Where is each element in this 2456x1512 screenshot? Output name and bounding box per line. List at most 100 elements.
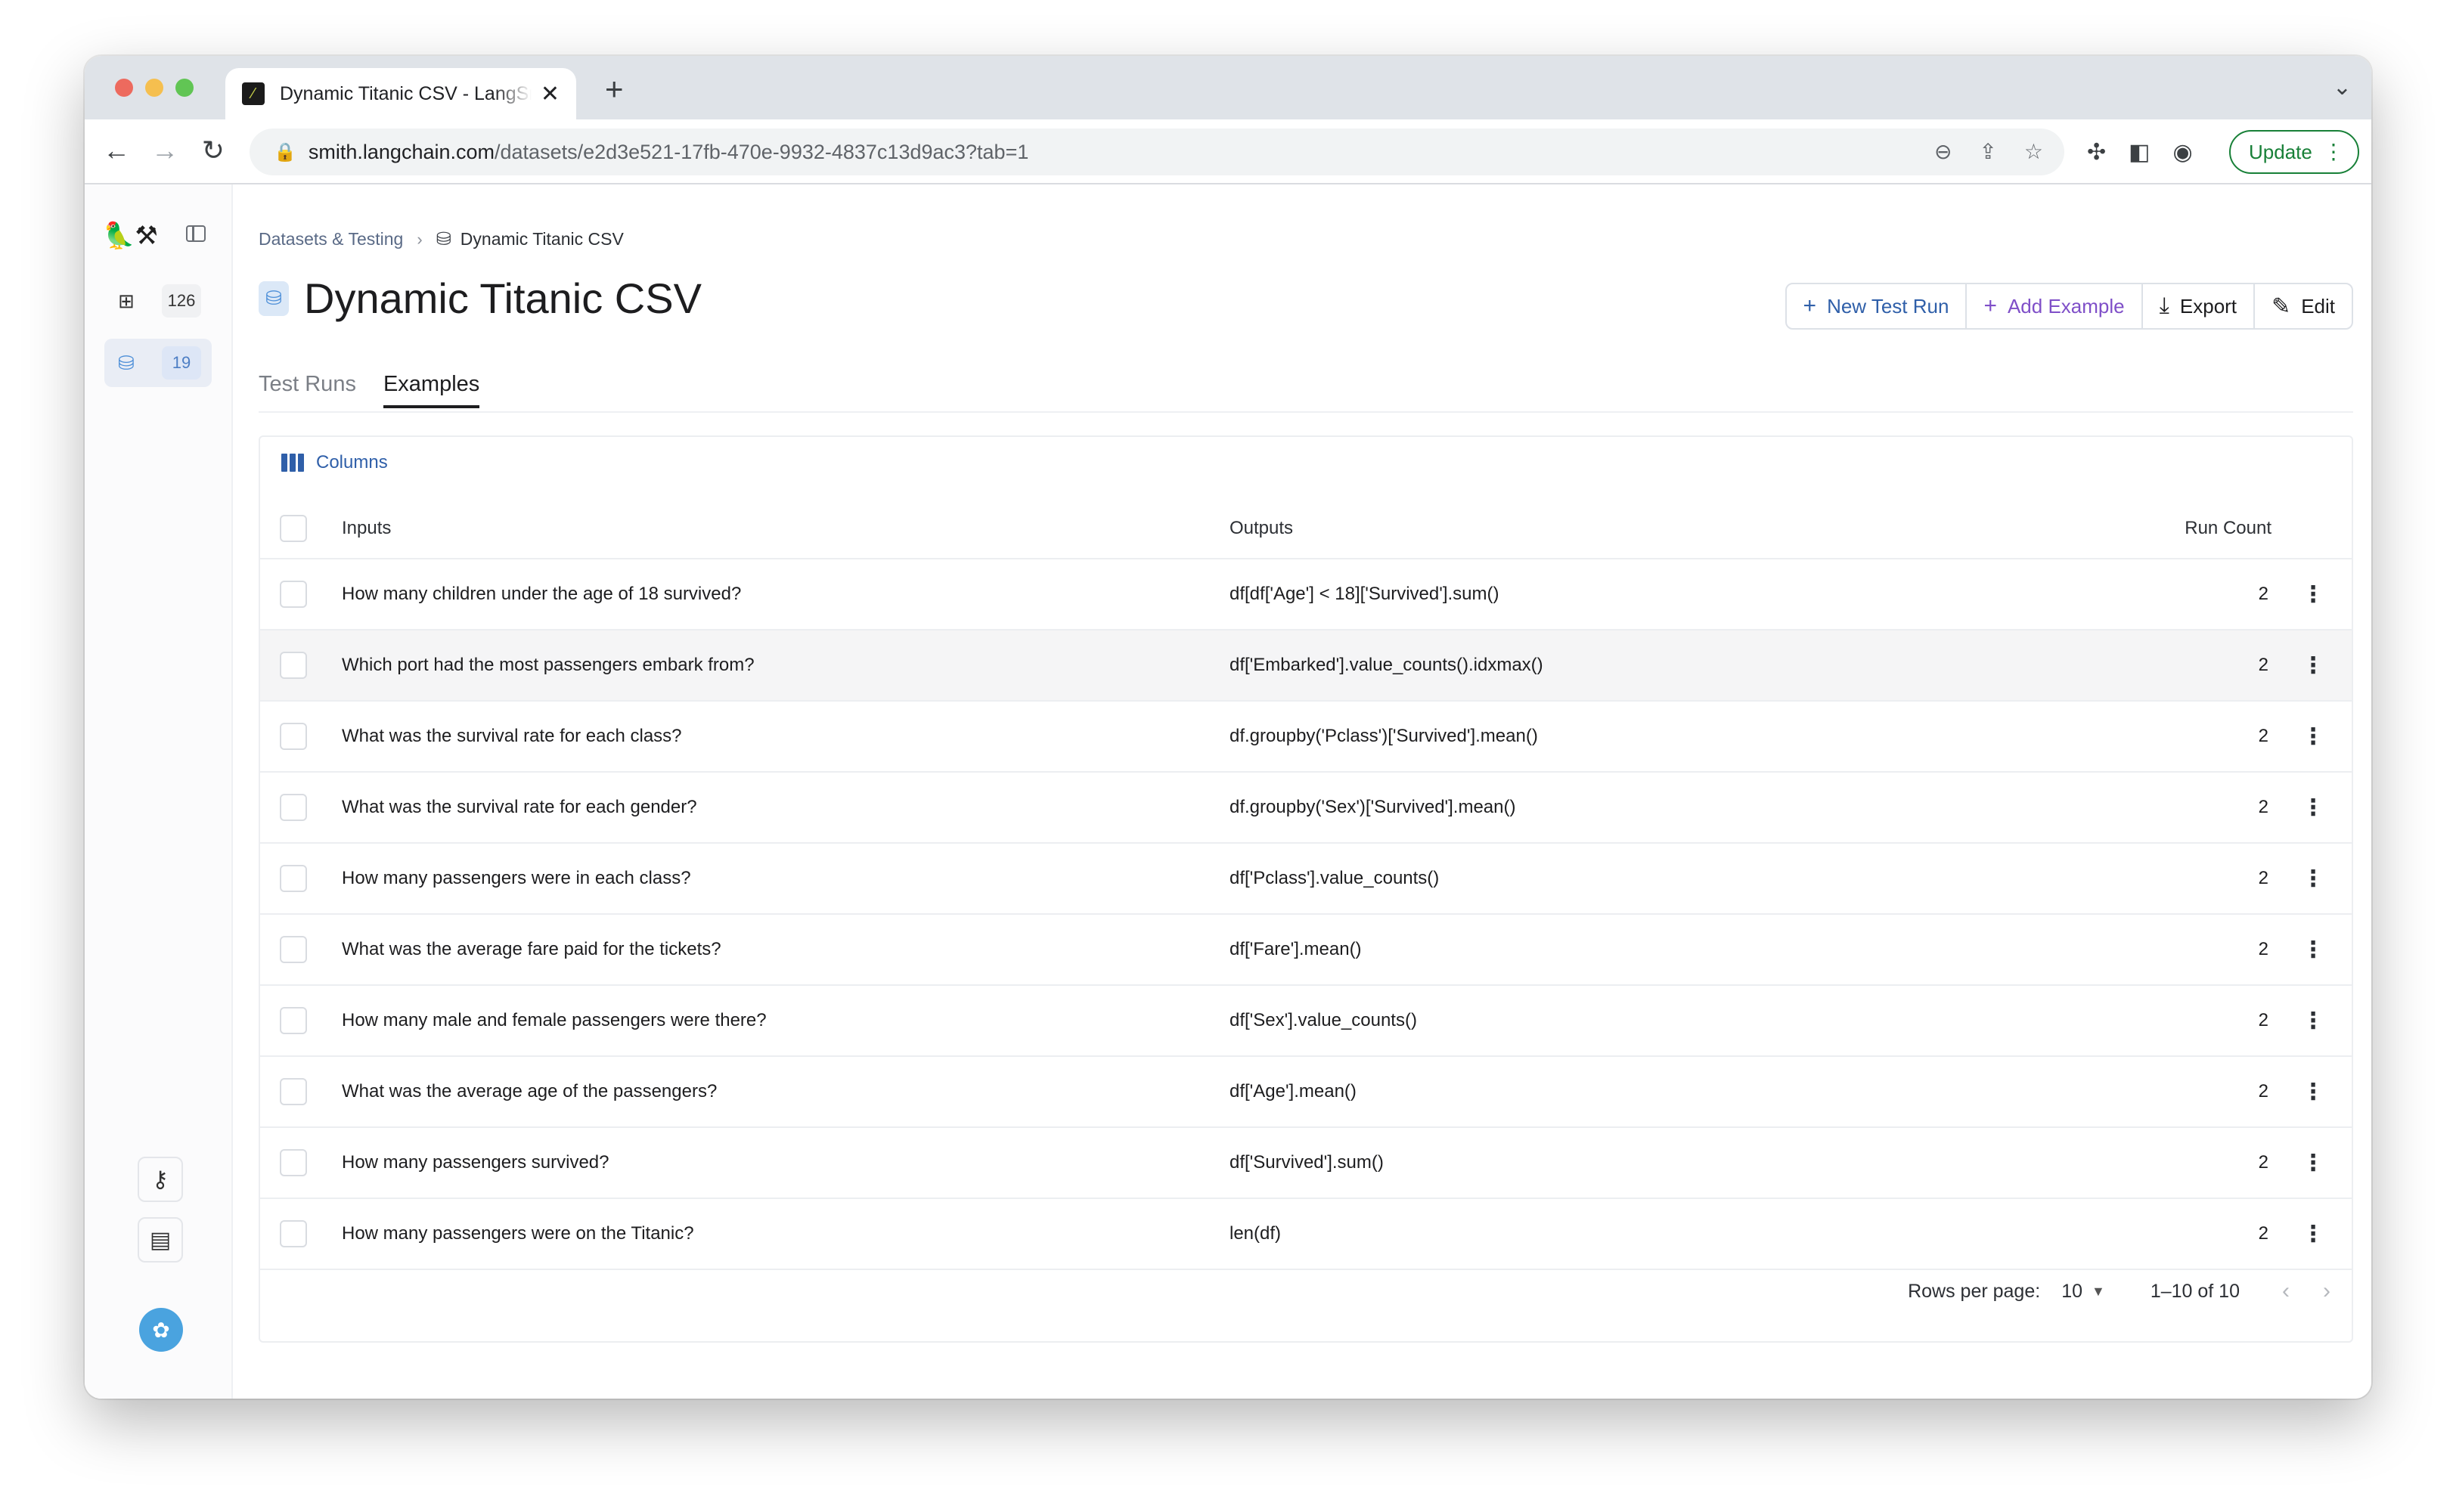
row-checkbox[interactable]	[280, 581, 307, 608]
row-more-icon[interactable]: ⋮	[2302, 1150, 2324, 1176]
row-checkbox[interactable]	[280, 865, 307, 892]
row-output: df['Sex'].value_counts()	[1230, 1010, 1417, 1030]
rows-per-page-select[interactable]: 10	[2061, 1281, 2082, 1303]
table-row[interactable]: What was the average age of the passenge…	[260, 1057, 2352, 1128]
row-run-count: 2	[2258, 1152, 2268, 1173]
row-output: df['Age'].mean()	[1230, 1081, 1357, 1101]
browser-toolbar: ← → ↻ 🔒 smith.langchain.com/datasets/e2d…	[85, 119, 2371, 184]
extensions-puzzle-icon[interactable]: ✣	[2087, 139, 2106, 166]
share-icon[interactable]: ⇪	[1979, 139, 1996, 164]
new-test-run-button[interactable]: + New Test Run	[1787, 284, 1968, 328]
row-checkbox[interactable]	[280, 1078, 307, 1105]
update-button[interactable]: Update ⋮	[2229, 130, 2359, 174]
page-title: Dynamic Titanic CSV	[304, 274, 702, 322]
row-more-icon[interactable]: ⋮	[2302, 1221, 2324, 1247]
caret-down-icon[interactable]: ▼	[2092, 1284, 2105, 1300]
browser-tab-active[interactable]: ⁄ Dynamic Titanic CSV - LangSmith ✕	[225, 68, 576, 119]
tab-title: Dynamic Titanic CSV - LangSmith	[280, 82, 532, 104]
breadcrumb-current: Dynamic Titanic CSV	[460, 229, 624, 249]
row-checkbox[interactable]	[280, 1007, 307, 1034]
row-checkbox[interactable]	[280, 936, 307, 963]
header-run-count[interactable]: Run Count	[2185, 518, 2271, 539]
close-tab-icon[interactable]: ✕	[541, 81, 560, 107]
title-row: ⛁ Dynamic Titanic CSV	[259, 274, 702, 323]
row-checkbox[interactable]	[280, 652, 307, 679]
previous-page-icon[interactable]: ‹	[2282, 1278, 2290, 1304]
plus-icon: +	[1983, 293, 1997, 318]
api-key-icon[interactable]: ⚷	[138, 1157, 183, 1202]
breadcrumb-datasets-link[interactable]: Datasets & Testing	[259, 229, 403, 249]
row-more-icon[interactable]: ⋮	[2302, 795, 2324, 821]
row-more-icon[interactable]: ⋮	[2302, 1079, 2324, 1105]
table-header: Inputs Outputs Run Count	[260, 499, 2352, 559]
docs-icon[interactable]: ▤	[138, 1217, 183, 1263]
row-run-count: 2	[2258, 1223, 2268, 1244]
table-row[interactable]: How many passengers were in each class? …	[260, 844, 2352, 915]
edit-button[interactable]: ✎ Edit	[2255, 284, 2352, 328]
forward-arrow-icon[interactable]: →	[148, 135, 181, 166]
app-content: 🦜⚒ ⊞ 126 ⛁ 19 ⚷ ▤ ✿ Datasets & Testing ›…	[85, 184, 2371, 1399]
table-row[interactable]: How many children under the age of 18 su…	[260, 559, 2352, 631]
export-button[interactable]: ⤓ Export	[2143, 284, 2256, 328]
side-panel-icon[interactable]: ◧	[2129, 139, 2150, 166]
reload-icon[interactable]: ↻	[197, 135, 230, 166]
table-row[interactable]: What was the average fare paid for the t…	[260, 915, 2352, 986]
zoom-out-icon[interactable]: ⊖	[1934, 139, 1952, 164]
table-row[interactable]: How many passengers were on the Titanic?…	[260, 1199, 2352, 1270]
row-more-icon[interactable]: ⋮	[2302, 866, 2324, 892]
header-inputs[interactable]: Inputs	[342, 518, 391, 539]
row-input: How many passengers were on the Titanic?	[342, 1223, 694, 1244]
add-example-label: Add Example	[2007, 294, 2125, 318]
tab-search-chevron-icon[interactable]: ⌄	[2333, 74, 2352, 101]
table-row[interactable]: What was the survival rate for each clas…	[260, 702, 2352, 773]
row-run-count: 2	[2258, 939, 2268, 959]
download-icon: ⤓	[2159, 293, 2169, 318]
table-row[interactable]: How many passengers survived? df['Surviv…	[260, 1128, 2352, 1199]
row-more-icon[interactable]: ⋮	[2302, 937, 2324, 963]
table-row[interactable]: What was the survival rate for each gend…	[260, 773, 2352, 844]
chevron-right-icon: ›	[417, 229, 423, 249]
row-output: df['Pclass'].value_counts()	[1230, 868, 1440, 888]
row-checkbox[interactable]	[280, 1220, 307, 1247]
plus-icon: +	[1803, 293, 1817, 318]
row-output: df['Embarked'].value_counts().idxmax()	[1230, 655, 1543, 675]
sidebar-item-projects[interactable]: ⊞ 126	[104, 277, 212, 325]
profile-icon[interactable]: ◉	[2173, 139, 2193, 166]
minimize-window-button[interactable]	[145, 79, 163, 97]
select-all-checkbox[interactable]	[280, 515, 307, 542]
url-path: /datasets/e2d3e521-17fb-470e-9932-4837c1…	[495, 140, 1029, 163]
langsmith-logo[interactable]: 🦜⚒	[103, 221, 158, 251]
header-outputs[interactable]: Outputs	[1230, 518, 1293, 539]
bookmark-star-icon[interactable]: ☆	[2024, 139, 2043, 164]
row-checkbox[interactable]	[280, 794, 307, 821]
tab-test-runs[interactable]: Test Runs	[259, 366, 356, 408]
maximize-window-button[interactable]	[175, 79, 194, 97]
columns-label: Columns	[316, 452, 388, 472]
collapse-sidebar-icon[interactable]	[186, 225, 206, 242]
table-row[interactable]: Which port had the most passengers embar…	[260, 631, 2352, 702]
add-example-button[interactable]: + Add Example	[1967, 284, 2143, 328]
row-more-icon[interactable]: ⋮	[2302, 1008, 2324, 1034]
row-run-count: 2	[2258, 1010, 2268, 1030]
sidebar-item-datasets[interactable]: ⛁ 19	[104, 339, 212, 387]
columns-button[interactable]: Columns	[281, 452, 388, 473]
row-output: df.groupby('Pclass')['Survived'].mean()	[1230, 726, 1538, 746]
table-row[interactable]: How many male and female passengers were…	[260, 986, 2352, 1057]
grid-icon: ⊞	[118, 289, 135, 312]
next-page-icon[interactable]: ›	[2323, 1278, 2330, 1304]
action-button-group: + New Test Run + Add Example ⤓ Export ✎ …	[1785, 283, 2353, 330]
pagination: Rows per page: 10 ▼ 1–10 of 10 ‹ ›	[1908, 1261, 2330, 1321]
row-more-icon[interactable]: ⋮	[2302, 581, 2324, 608]
row-run-count: 2	[2258, 1081, 2268, 1101]
row-more-icon[interactable]: ⋮	[2302, 652, 2324, 679]
row-checkbox[interactable]	[280, 723, 307, 750]
back-arrow-icon[interactable]: ←	[100, 135, 133, 166]
close-window-button[interactable]	[115, 79, 133, 97]
user-avatar[interactable]: ✿	[139, 1308, 183, 1352]
row-checkbox[interactable]	[280, 1149, 307, 1176]
edit-label: Edit	[2301, 294, 2335, 318]
row-more-icon[interactable]: ⋮	[2302, 723, 2324, 750]
address-bar[interactable]: 🔒 smith.langchain.com/datasets/e2d3e521-…	[250, 129, 2064, 175]
new-tab-icon[interactable]: +	[605, 71, 624, 107]
tab-examples[interactable]: Examples	[383, 366, 480, 408]
